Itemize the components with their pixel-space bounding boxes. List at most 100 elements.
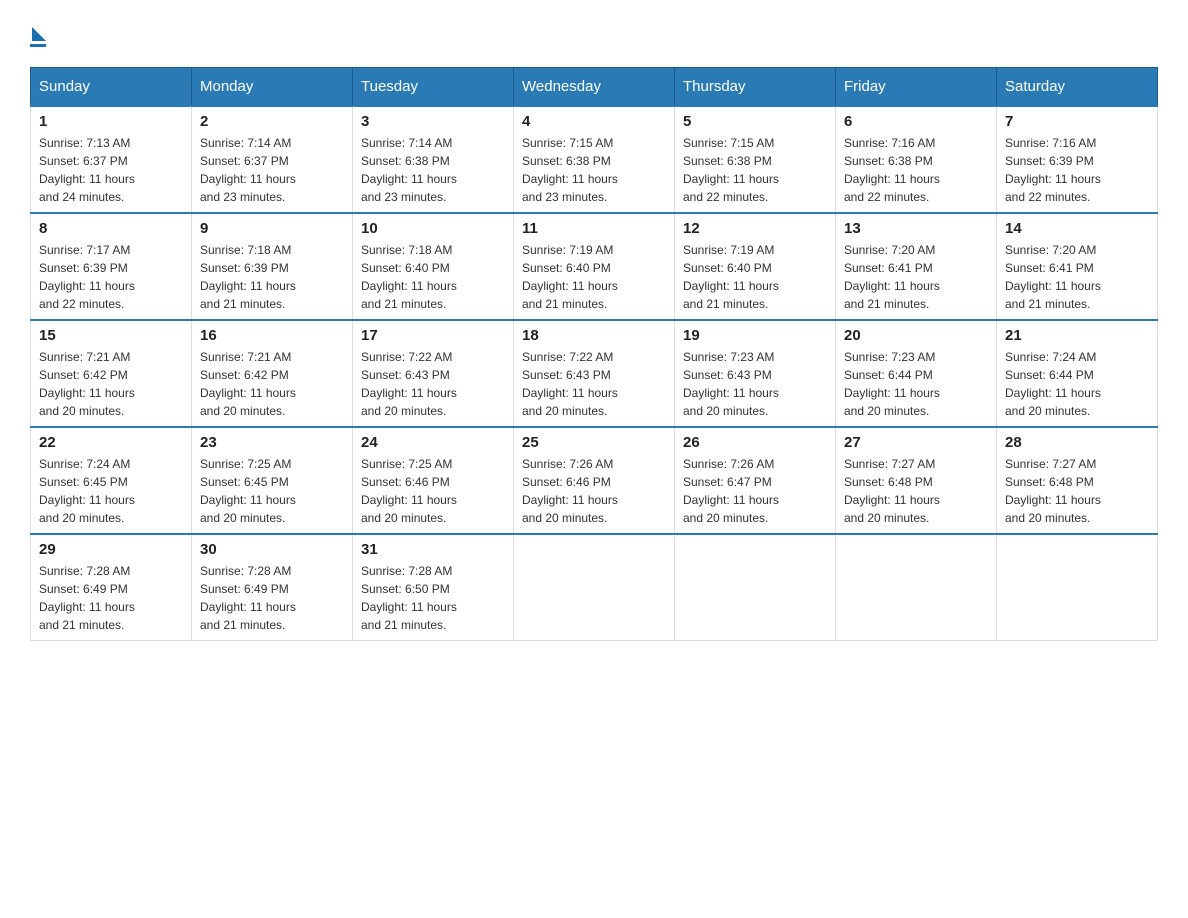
calendar-cell: 16 Sunrise: 7:21 AMSunset: 6:42 PMDayligh… [192,320,353,427]
day-info: Sunrise: 7:27 AMSunset: 6:48 PMDaylight:… [844,455,988,527]
day-info: Sunrise: 7:25 AMSunset: 6:45 PMDaylight:… [200,455,344,527]
calendar-cell: 10 Sunrise: 7:18 AMSunset: 6:40 PMDayligh… [353,213,514,320]
calendar-cell [997,534,1158,641]
day-number: 21 [1005,327,1149,344]
day-number: 24 [361,434,505,451]
calendar-cell [836,534,997,641]
calendar-cell: 22 Sunrise: 7:24 AMSunset: 6:45 PMDayligh… [31,427,192,534]
calendar-cell: 13 Sunrise: 7:20 AMSunset: 6:41 PMDayligh… [836,213,997,320]
day-info: Sunrise: 7:22 AMSunset: 6:43 PMDaylight:… [522,348,666,420]
calendar-cell: 19 Sunrise: 7:23 AMSunset: 6:43 PMDayligh… [675,320,836,427]
day-number: 9 [200,220,344,237]
day-info: Sunrise: 7:22 AMSunset: 6:43 PMDaylight:… [361,348,505,420]
day-number: 15 [39,327,183,344]
day-number: 12 [683,220,827,237]
calendar-header: SundayMondayTuesdayWednesdayThursdayFrid… [31,68,1158,107]
day-info: Sunrise: 7:20 AMSunset: 6:41 PMDaylight:… [1005,241,1149,313]
day-number: 3 [361,113,505,130]
weekday-header-tuesday: Tuesday [353,68,514,107]
day-number: 2 [200,113,344,130]
day-number: 20 [844,327,988,344]
calendar-week-row: 1Sunrise: 7:13 AMSunset: 6:37 PMDaylight… [31,106,1158,213]
calendar-cell: 23 Sunrise: 7:25 AMSunset: 6:45 PMDayligh… [192,427,353,534]
day-number: 27 [844,434,988,451]
day-info: Sunrise: 7:18 AMSunset: 6:39 PMDaylight:… [200,241,344,313]
calendar-week-row: 29 Sunrise: 7:28 AMSunset: 6:49 PMDayligh… [31,534,1158,641]
day-number: 13 [844,220,988,237]
day-info: Sunrise: 7:28 AMSunset: 6:49 PMDaylight:… [39,562,183,634]
day-info: Sunrise: 7:24 AMSunset: 6:44 PMDaylight:… [1005,348,1149,420]
day-number: 5 [683,113,827,130]
calendar-table: SundayMondayTuesdayWednesdayThursdayFrid… [30,67,1158,641]
day-number: 11 [522,220,666,237]
calendar-cell: 5 Sunrise: 7:15 AMSunset: 6:38 PMDaylight… [675,106,836,213]
calendar-cell: 27 Sunrise: 7:27 AMSunset: 6:48 PMDayligh… [836,427,997,534]
day-number: 28 [1005,434,1149,451]
day-number: 29 [39,541,183,558]
day-info: Sunrise: 7:18 AMSunset: 6:40 PMDaylight:… [361,241,505,313]
day-info: Sunrise: 7:19 AMSunset: 6:40 PMDaylight:… [683,241,827,313]
day-number: 4 [522,113,666,130]
day-number: 26 [683,434,827,451]
day-number: 6 [844,113,988,130]
calendar-cell: 2 Sunrise: 7:14 AMSunset: 6:37 PMDaylight… [192,106,353,213]
day-number: 19 [683,327,827,344]
day-info: Sunrise: 7:23 AMSunset: 6:43 PMDaylight:… [683,348,827,420]
day-number: 16 [200,327,344,344]
calendar-cell: 8 Sunrise: 7:17 AMSunset: 6:39 PMDaylight… [31,213,192,320]
day-number: 18 [522,327,666,344]
day-info: Sunrise: 7:15 AMSunset: 6:38 PMDaylight:… [683,134,827,206]
weekday-header-friday: Friday [836,68,997,107]
day-info: Sunrise: 7:20 AMSunset: 6:41 PMDaylight:… [844,241,988,313]
day-info: Sunrise: 7:16 AMSunset: 6:39 PMDaylight:… [1005,134,1149,206]
calendar-cell: 14 Sunrise: 7:20 AMSunset: 6:41 PMDayligh… [997,213,1158,320]
calendar-cell: 25Sunrise: 7:26 AMSunset: 6:46 PMDayligh… [514,427,675,534]
logo-text [30,20,46,52]
calendar-cell: 3Sunrise: 7:14 AMSunset: 6:38 PMDaylight… [353,106,514,213]
day-info: Sunrise: 7:24 AMSunset: 6:45 PMDaylight:… [39,455,183,527]
day-info: Sunrise: 7:23 AMSunset: 6:44 PMDaylight:… [844,348,988,420]
calendar-cell: 30Sunrise: 7:28 AMSunset: 6:49 PMDayligh… [192,534,353,641]
calendar-cell: 24 Sunrise: 7:25 AMSunset: 6:46 PMDayligh… [353,427,514,534]
day-info: Sunrise: 7:13 AMSunset: 6:37 PMDaylight:… [39,134,183,206]
calendar-cell [675,534,836,641]
calendar-week-row: 22 Sunrise: 7:24 AMSunset: 6:45 PMDayligh… [31,427,1158,534]
page-header [30,20,1158,47]
day-number: 23 [200,434,344,451]
day-number: 22 [39,434,183,451]
calendar-body: 1Sunrise: 7:13 AMSunset: 6:37 PMDaylight… [31,106,1158,641]
day-info: Sunrise: 7:27 AMSunset: 6:48 PMDaylight:… [1005,455,1149,527]
calendar-cell: 6Sunrise: 7:16 AMSunset: 6:38 PMDaylight… [836,106,997,213]
weekday-header-sunday: Sunday [31,68,192,107]
calendar-cell: 12 Sunrise: 7:19 AMSunset: 6:40 PMDayligh… [675,213,836,320]
day-info: Sunrise: 7:25 AMSunset: 6:46 PMDaylight:… [361,455,505,527]
day-info: Sunrise: 7:28 AMSunset: 6:49 PMDaylight:… [200,562,344,634]
day-number: 17 [361,327,505,344]
logo-triangle-icon [32,27,46,41]
calendar-cell: 4 Sunrise: 7:15 AMSunset: 6:38 PMDaylight… [514,106,675,213]
calendar-cell [514,534,675,641]
day-info: Sunrise: 7:15 AMSunset: 6:38 PMDaylight:… [522,134,666,206]
day-number: 10 [361,220,505,237]
weekday-header-monday: Monday [192,68,353,107]
day-info: Sunrise: 7:19 AMSunset: 6:40 PMDaylight:… [522,241,666,313]
weekday-header-wednesday: Wednesday [514,68,675,107]
day-number: 8 [39,220,183,237]
calendar-cell: 28 Sunrise: 7:27 AMSunset: 6:48 PMDayligh… [997,427,1158,534]
day-info: Sunrise: 7:28 AMSunset: 6:50 PMDaylight:… [361,562,505,634]
day-info: Sunrise: 7:14 AMSunset: 6:37 PMDaylight:… [200,134,344,206]
calendar-cell: 26Sunrise: 7:26 AMSunset: 6:47 PMDayligh… [675,427,836,534]
weekday-header-saturday: Saturday [997,68,1158,107]
day-info: Sunrise: 7:26 AMSunset: 6:46 PMDaylight:… [522,455,666,527]
logo [30,20,46,47]
day-number: 14 [1005,220,1149,237]
day-info: Sunrise: 7:21 AMSunset: 6:42 PMDaylight:… [39,348,183,420]
calendar-cell: 21 Sunrise: 7:24 AMSunset: 6:44 PMDayligh… [997,320,1158,427]
weekday-header-row: SundayMondayTuesdayWednesdayThursdayFrid… [31,68,1158,107]
calendar-cell: 17 Sunrise: 7:22 AMSunset: 6:43 PMDayligh… [353,320,514,427]
calendar-cell: 1Sunrise: 7:13 AMSunset: 6:37 PMDaylight… [31,106,192,213]
day-info: Sunrise: 7:21 AMSunset: 6:42 PMDaylight:… [200,348,344,420]
calendar-week-row: 15 Sunrise: 7:21 AMSunset: 6:42 PMDayligh… [31,320,1158,427]
calendar-cell: 15 Sunrise: 7:21 AMSunset: 6:42 PMDayligh… [31,320,192,427]
day-info: Sunrise: 7:17 AMSunset: 6:39 PMDaylight:… [39,241,183,313]
